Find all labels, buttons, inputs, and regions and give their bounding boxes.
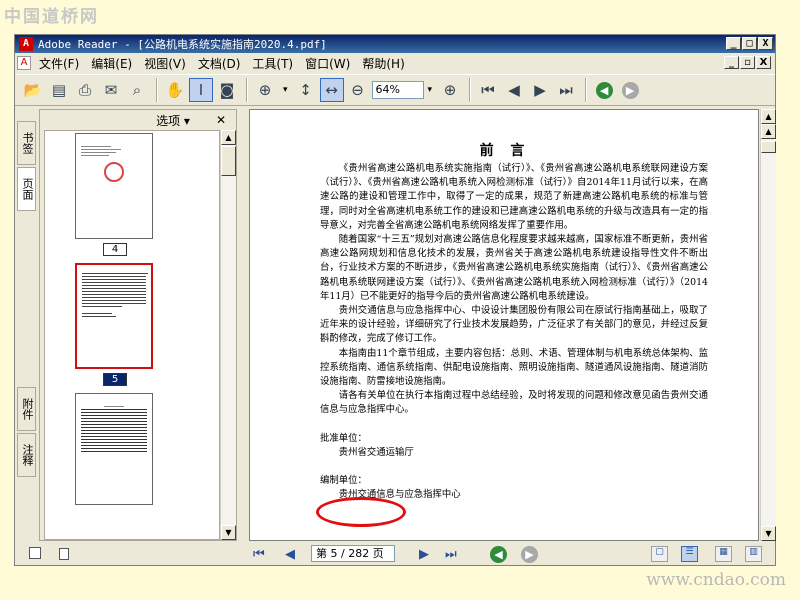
page-number-field[interactable]: 第 5 / 282 页 (311, 545, 395, 562)
last-page-icon[interactable]: ⏭ (445, 547, 457, 562)
window-title: Adobe Reader - [公路机电系统实施指南2020.4.pdf] (38, 38, 327, 51)
previous-page-icon[interactable]: ◀ (502, 78, 526, 102)
zoom-out-icon[interactable]: ⊖ (346, 78, 370, 102)
chevron-down-icon[interactable]: ▾ (283, 85, 288, 95)
page-thumbnail[interactable] (75, 393, 153, 505)
maximize-button[interactable]: □ (742, 37, 757, 50)
continuous-view-icon[interactable]: ☰ (681, 546, 698, 562)
panel-splitter[interactable] (239, 109, 247, 541)
menu-document[interactable]: 文档(D) (192, 55, 247, 72)
select-text-tool-icon[interactable]: I (189, 78, 213, 102)
highlight-oval (316, 497, 406, 527)
toolbar-separator (156, 78, 158, 102)
doc-close-button[interactable]: X (756, 56, 771, 69)
menu-view[interactable]: 视图(V) (138, 55, 192, 72)
toolbar-separator (585, 78, 588, 102)
next-page-icon[interactable]: ▶ (419, 547, 429, 562)
scroll-up-icon[interactable]: ▲ (761, 109, 776, 124)
facing-view-icon[interactable]: ▦ (715, 546, 732, 562)
paragraph: 《贵州省高速公路机电系统实施指南（试行）》、《贵州省高速公路机电系统联网建设方案… (320, 163, 708, 231)
screen-mode-icon[interactable] (29, 547, 41, 559)
menu-edit[interactable]: 编辑(E) (85, 55, 138, 72)
approve-unit: 贵州省交通运输厅 (338, 446, 414, 458)
page-thumbnail-current[interactable] (75, 263, 153, 369)
title-bar[interactable]: A Adobe Reader - [公路机电系统实施指南2020.4.pdf] … (15, 35, 775, 53)
scroll-thumb[interactable] (221, 146, 236, 176)
reader-window: A Adobe Reader - [公路机电系统实施指南2020.4.pdf] … (14, 34, 776, 566)
first-page-icon[interactable]: ⏮ (253, 547, 265, 562)
paragraph: 本指南由11个章节组成，主要内容包括：总则、术语、管理体制与机电系统总体架构、监… (320, 347, 708, 388)
zoom-dropdown-icon[interactable]: ▾ (428, 85, 433, 95)
scroll-down-icon[interactable]: ▼ (221, 525, 236, 540)
paragraph: 贵州交通信息与应急指挥中心、中设设计集团股份有限公司在原试行指南基础上，吸取了近… (320, 305, 708, 345)
continuous-facing-view-icon[interactable]: ▥ (745, 546, 762, 562)
close-button[interactable]: X (758, 37, 773, 50)
menu-window[interactable]: 窗口(W) (299, 55, 356, 72)
navigation-tabs: 书签 页面 附件 注释 (17, 109, 37, 539)
menu-help[interactable]: 帮助(H) (356, 55, 410, 72)
snapshot-camera-icon[interactable]: ◙ (215, 78, 239, 102)
status-bar: ⏮ ◀ 第 5 / 282 页 ▶ ⏭ ◀ ▶ ▢ ☰ ▦ ▥ (15, 543, 775, 565)
pages-panel: 选项 ▾ ✕ 4 5 ▲ ▼ (39, 109, 237, 541)
tab-pages[interactable]: 页面 (17, 167, 36, 211)
scroll-thumb[interactable] (761, 141, 776, 153)
zoom-in-tool-icon[interactable]: ⊕ (253, 78, 277, 102)
email-icon[interactable]: ✉ (99, 78, 123, 102)
tab-bookmarks[interactable]: 书签 (17, 121, 36, 165)
fit-width-icon[interactable]: ↔ (319, 78, 344, 102)
go-forward-icon[interactable]: ▶ (621, 81, 639, 99)
watermark-url: www.cndao.com (646, 570, 786, 590)
page-thumbnail[interactable] (75, 133, 153, 239)
doc-minimize-button[interactable]: _ (724, 56, 739, 69)
tab-attachments[interactable]: 附件 (17, 387, 36, 431)
zoom-input[interactable]: 64% (371, 81, 424, 99)
save-icon[interactable]: ▤ (47, 78, 71, 102)
doc-restore-button[interactable]: ▫ (740, 56, 755, 69)
document-text: 《贵州省高速公路机电系统实施指南（试行）》、《贵州省高速公路机电系统联网建设方案… (320, 162, 708, 502)
thumbnail-list: 4 5 (44, 130, 220, 540)
scroll-down-icon[interactable]: ▼ (761, 526, 776, 541)
toolbar-separator (246, 78, 248, 102)
thumbnail-scrollbar[interactable]: ▲ ▼ (220, 130, 236, 540)
next-page-icon[interactable]: ▶ (528, 78, 552, 102)
panel-close-icon[interactable]: ✕ (216, 113, 226, 127)
menu-bar: A 文件(F) 编辑(E) 视图(V) 文档(D) 工具(T) 窗口(W) 帮助… (15, 53, 775, 73)
zoom-plus-icon[interactable]: ⊕ (438, 78, 462, 102)
paragraph: 请各有关单位在执行本指南过程中总结经验，及时将发现的问题和修改意见函告贵州交通信… (320, 390, 708, 416)
thumbnail-page-number-selected: 5 (103, 373, 127, 386)
first-page-icon[interactable]: ⏮ (476, 78, 500, 102)
scroll-page-up-icon[interactable]: ▲ (761, 124, 776, 139)
go-back-icon[interactable]: ◀ (595, 81, 613, 99)
go-forward-icon[interactable]: ▶ (521, 546, 538, 563)
minimize-button[interactable]: _ (726, 37, 741, 50)
previous-page-icon[interactable]: ◀ (285, 547, 295, 562)
search-binoculars-icon[interactable]: ⌕ (125, 78, 149, 102)
document-scrollbar[interactable]: ▲ ▲ ▼ (760, 109, 776, 541)
watermark-logo-text: 中国道桥网 (4, 7, 99, 27)
compile-label: 编制单位： (320, 475, 367, 487)
tab-comments[interactable]: 注释 (17, 433, 36, 477)
adobe-reader-icon: A (19, 37, 33, 51)
toolbar-separator (469, 78, 472, 102)
paragraph: 随着国家“十三五”规划对高速公路信息化程度要求越来越高，国家标准不断更新，贵州省… (320, 234, 708, 302)
document-menu-icon[interactable]: A (17, 56, 31, 70)
panel-options-menu[interactable]: 选项 ▾ (156, 112, 190, 129)
fit-page-icon[interactable]: ↕ (294, 78, 318, 102)
single-page-view-icon[interactable]: ▢ (651, 546, 668, 562)
document-view[interactable]: 前 言 《贵州省高速公路机电系统实施指南（试行）》、《贵州省高速公路机电系统联网… (249, 109, 759, 541)
scroll-up-icon[interactable]: ▲ (221, 130, 236, 145)
menu-tools[interactable]: 工具(T) (246, 55, 299, 72)
open-folder-icon[interactable]: 📂 (21, 78, 45, 102)
thumbnail-page-number: 4 (103, 243, 127, 256)
last-page-icon[interactable]: ⏭ (554, 78, 578, 102)
hand-tool-icon[interactable]: ✋ (163, 78, 187, 102)
seal-stamp-icon (104, 162, 124, 182)
toolbar: 📂 ▤ ⎙ ✉ ⌕ ✋ I ◙ ⊕ ▾ ↕ ↔ ⊖ 64% ▾ ⊕ ⏮ ◀ ▶ … (15, 74, 775, 106)
print-icon[interactable]: ⎙ (73, 78, 97, 102)
menu-file[interactable]: 文件(F) (33, 55, 85, 72)
document-properties-icon[interactable] (59, 548, 69, 560)
go-back-icon[interactable]: ◀ (490, 546, 507, 563)
approve-label: 批准单位： (320, 432, 367, 444)
page-heading: 前 言 (479, 143, 531, 159)
